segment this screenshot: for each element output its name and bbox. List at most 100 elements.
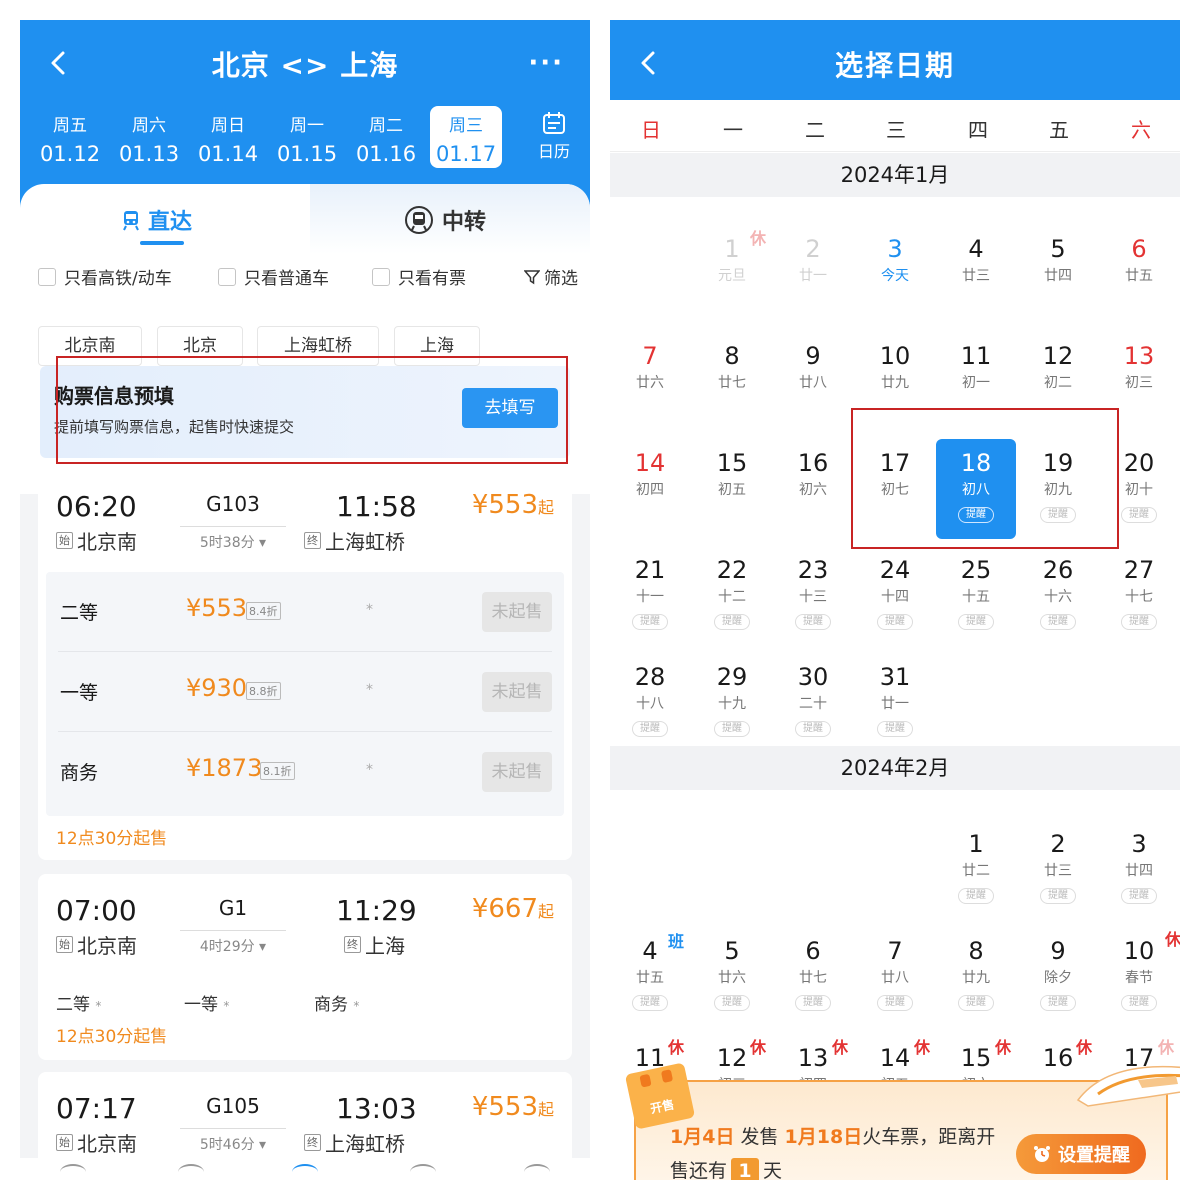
day-number: 29 xyxy=(716,663,748,691)
remind-badge[interactable]: 提醒 xyxy=(714,721,750,737)
remind-badge[interactable]: 提醒 xyxy=(877,995,913,1011)
remind-badge[interactable]: 提醒 xyxy=(958,888,994,904)
remind-badge[interactable]: 提醒 xyxy=(1121,507,1157,523)
tab-transfer[interactable]: 中转 xyxy=(404,204,486,236)
calendar-day[interactable]: 24 十四 提醒 xyxy=(855,546,935,646)
remind-badge[interactable]: 提醒 xyxy=(795,721,831,737)
remind-badge[interactable]: 提醒 xyxy=(632,721,668,737)
filter-high-speed-checkbox[interactable]: 只看高铁/动车 xyxy=(38,264,172,289)
remind-badge[interactable]: 提醒 xyxy=(958,614,994,630)
remind-badge[interactable]: 提醒 xyxy=(795,614,831,630)
remind-badge[interactable]: 提醒 xyxy=(1121,888,1157,904)
remind-badge[interactable]: 提醒 xyxy=(1040,995,1076,1011)
more-icon[interactable]: ··· xyxy=(528,48,564,78)
filter-normal-checkbox[interactable]: 只看普通车 xyxy=(218,264,329,289)
calendar-day[interactable]: 26 十六 提醒 xyxy=(1018,546,1098,646)
lunar-date: 初二 xyxy=(1044,375,1072,391)
remind-badge[interactable]: 提醒 xyxy=(632,614,668,630)
calendar-day[interactable]: 2 廿三 提醒 xyxy=(1018,820,1098,920)
remind-badge[interactable]: 提醒 xyxy=(714,614,750,630)
terminal-tag: 终 xyxy=(304,532,321,549)
filter-available-checkbox[interactable]: 只看有票 xyxy=(372,264,466,289)
nav-service-icon[interactable] xyxy=(410,1164,436,1180)
day-number: 25 xyxy=(960,556,992,584)
calendar-day[interactable]: 6 廿七 提醒 xyxy=(773,927,853,1027)
calendar-day[interactable]: 1 廿二 提醒 xyxy=(936,820,1016,920)
calendar-day[interactable]: 7 廿六 xyxy=(610,332,690,432)
remind-badge[interactable]: 提醒 xyxy=(632,995,668,1011)
calendar-day[interactable]: 29 十九 提醒 xyxy=(692,653,772,753)
date-tab-0116[interactable]: 周二 01.16 xyxy=(350,106,422,168)
calendar-day[interactable]: 4 廿三 xyxy=(936,225,1016,325)
day-number: 6 xyxy=(805,937,821,965)
calendar-day[interactable]: 8 廿九 提醒 xyxy=(936,927,1016,1027)
date-weekday: 周五 xyxy=(53,116,87,136)
calendar-day[interactable]: 16 初六 xyxy=(773,439,853,539)
date-tab-0112[interactable]: 周五 01.12 xyxy=(34,106,106,168)
calendar-day[interactable]: 6 廿五 xyxy=(1099,225,1179,325)
set-reminder-button[interactable]: 设置提醒 xyxy=(1016,1134,1146,1174)
calendar-day[interactable]: 9 除夕 提醒 xyxy=(1018,927,1098,1027)
remind-badge[interactable]: 提醒 xyxy=(1121,995,1157,1011)
nav-trips-icon[interactable] xyxy=(178,1164,204,1180)
calendar-day[interactable]: 3 今天 xyxy=(855,225,935,325)
calendar-day[interactable]: 23 十三 提醒 xyxy=(773,546,853,646)
calendar-day[interactable]: 27 十七 提醒 xyxy=(1099,546,1179,646)
calendar-day[interactable]: 21 十一 提醒 xyxy=(610,546,690,646)
seat-row-first: 一等 ¥930 8.8折 * 未起售 xyxy=(46,652,564,732)
train-card-g103[interactable]: 06:20 G103 11:58 ¥553起 始北京南 5时38分 ▾ 终上海虹… xyxy=(38,470,572,860)
remind-badge[interactable]: 提醒 xyxy=(1040,614,1076,630)
remind-badge[interactable]: 提醒 xyxy=(795,995,831,1011)
date-tab-0115[interactable]: 周一 01.15 xyxy=(271,106,343,168)
calendar-day[interactable]: 5 廿四 xyxy=(1018,225,1098,325)
filter-button[interactable]: 筛选 xyxy=(524,264,578,289)
calendar-day[interactable]: 30 二十 提醒 xyxy=(773,653,853,753)
promo-text-line1: 1月4日 发售 1月18日火车票，距离开 xyxy=(670,1122,995,1149)
train-card-g1[interactable]: 07:00 G1 11:29 ¥667起 始北京南 4时29分 ▾ 终上海 二等… xyxy=(38,874,572,1060)
calendar-day[interactable]: 7 廿八 提醒 xyxy=(855,927,935,1027)
calendar-day[interactable]: 3 廿四 提醒 xyxy=(1099,820,1179,920)
calendar-day[interactable]: 15 初五 xyxy=(692,439,772,539)
ring xyxy=(639,1073,652,1088)
duration-dropdown[interactable]: 4时29分 ▾ xyxy=(180,930,286,956)
date-value: 01.13 xyxy=(118,142,180,166)
checkbox-icon xyxy=(372,267,390,286)
calendar-day[interactable]: 31 廿一 提醒 xyxy=(855,653,935,753)
date-value: 01.16 xyxy=(355,142,417,166)
page-title: 选择日期 xyxy=(834,49,955,82)
calendar-day[interactable]: 14 初四 xyxy=(610,439,690,539)
remind-badge[interactable]: 提醒 xyxy=(714,995,750,1011)
seat-availability: * xyxy=(223,999,230,1013)
nav-ticket-icon[interactable] xyxy=(292,1164,318,1180)
remind-badge[interactable]: 提醒 xyxy=(1121,614,1157,630)
nav-profile-icon[interactable] xyxy=(524,1164,550,1180)
calendar-day[interactable]: 5 廿六 提醒 xyxy=(692,927,772,1027)
top-header: 选择日期 xyxy=(610,20,1180,100)
duration-dropdown[interactable]: 5时38分 ▾ xyxy=(180,526,286,552)
calendar-day[interactable]: 9 廿八 xyxy=(773,332,853,432)
not-on-sale-button[interactable]: 未起售 xyxy=(482,672,552,712)
holiday-tag: 休 xyxy=(914,1038,931,1057)
day-number: 27 xyxy=(1123,556,1155,584)
calendar-day[interactable]: 8 廿七 xyxy=(692,332,772,432)
not-on-sale-button[interactable]: 未起售 xyxy=(482,752,552,792)
date-tab-0114[interactable]: 周日 01.14 xyxy=(192,106,264,168)
tab-direct[interactable]: 直达 xyxy=(120,204,192,236)
calendar-day[interactable]: 22 十二 提醒 xyxy=(692,546,772,646)
remind-badge[interactable]: 提醒 xyxy=(1040,888,1076,904)
calendar-button[interactable]: 日历 xyxy=(530,110,578,162)
date-tab-0117-selected[interactable]: 周三 01.17 xyxy=(430,106,502,168)
calendar-day[interactable]: 25 十五提醒 xyxy=(936,546,1016,646)
day-number: 22 xyxy=(716,556,748,584)
duration-dropdown[interactable]: 5时46分 ▾ xyxy=(180,1128,286,1154)
remind-badge[interactable]: 提醒 xyxy=(877,721,913,737)
lunar-date: 廿三 xyxy=(962,268,990,284)
remind-badge[interactable]: 提醒 xyxy=(877,614,913,630)
nav-home-icon[interactable] xyxy=(60,1164,86,1180)
not-on-sale-button[interactable]: 未起售 xyxy=(482,592,552,632)
remind-badge[interactable]: 提醒 xyxy=(958,995,994,1011)
date-tab-0113[interactable]: 周六 01.13 xyxy=(113,106,185,168)
date-value: 01.12 xyxy=(39,142,101,166)
calendar-day[interactable]: 28 十八 提醒 xyxy=(610,653,690,753)
lunar-date: 十五 xyxy=(962,589,990,605)
